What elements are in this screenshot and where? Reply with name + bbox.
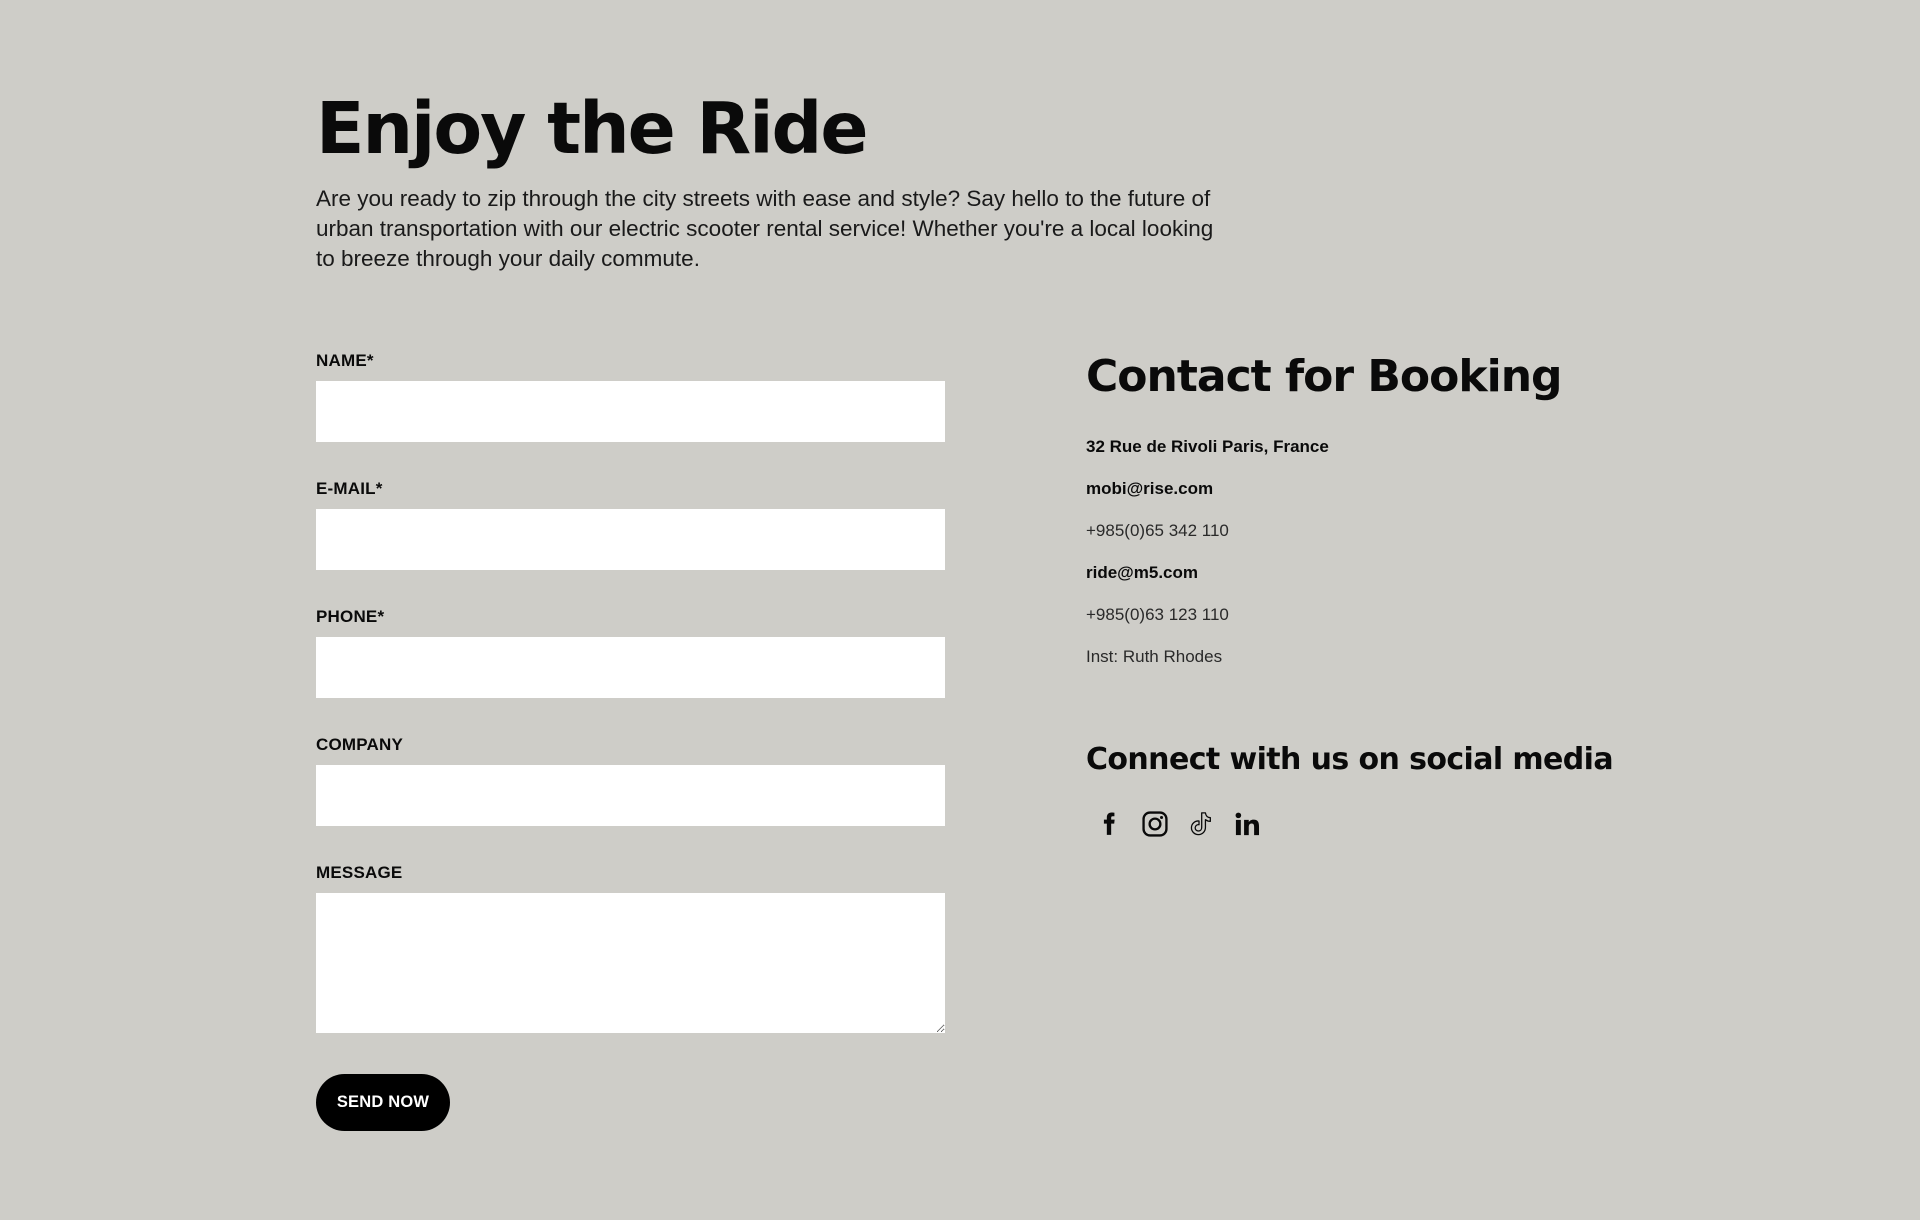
contact-inst: Inst: Ruth Rhodes	[1086, 647, 1223, 666]
contact-address: 32 Rue de Rivoli Paris, France	[1086, 437, 1329, 456]
contact-email-1[interactable]: mobi@rise.com	[1086, 478, 1213, 500]
contact-page: Enjoy the Ride Are you ready to zip thro…	[316, 0, 1616, 1220]
company-field[interactable]	[316, 765, 945, 826]
contact-email-2[interactable]: ride@m5.com	[1086, 562, 1198, 584]
phone-field[interactable]	[316, 637, 945, 698]
company-label: COMPANY	[316, 735, 404, 754]
email-label: E-MAIL*	[316, 479, 383, 498]
email-field[interactable]	[316, 509, 945, 570]
phone-label: PHONE*	[316, 607, 385, 626]
social-title: Connect with us on social media	[1086, 742, 1614, 777]
message-label: MESSAGE	[316, 863, 403, 882]
facebook-icon[interactable]	[1086, 801, 1132, 847]
name-field[interactable]	[316, 381, 945, 442]
tiktok-icon[interactable]	[1178, 801, 1224, 847]
instagram-icon[interactable]	[1132, 801, 1178, 847]
message-field[interactable]	[316, 893, 945, 1033]
contact-phone-1[interactable]: +985(0)65 342 110	[1086, 520, 1229, 542]
name-label: NAME*	[316, 351, 374, 370]
contact-phone-2[interactable]: +985(0)63 123 110	[1086, 604, 1229, 626]
linkedin-icon[interactable]	[1224, 801, 1270, 847]
send-now-button[interactable]: SEND NOW	[316, 1074, 450, 1131]
social-icons	[1086, 801, 1270, 847]
page-title: Enjoy the Ride	[316, 87, 869, 170]
hero-description: Are you ready to zip through the city st…	[316, 186, 1214, 271]
contact-title: Contact for Booking	[1086, 351, 1563, 402]
